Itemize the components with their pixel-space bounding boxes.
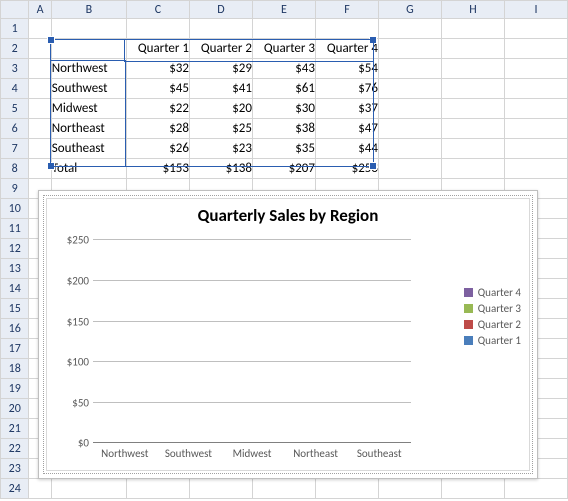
cell-D8[interactable]: $138 xyxy=(189,159,252,179)
xlabel: Southeast xyxy=(349,447,409,460)
cell-E7[interactable]: $35 xyxy=(252,139,315,159)
cell-D4[interactable]: $41 xyxy=(189,79,252,99)
legend-label: Quarter 3 xyxy=(478,302,521,315)
row-header-9[interactable]: 9 xyxy=(1,179,29,199)
col-header-I[interactable]: I xyxy=(504,1,567,19)
row-header-6[interactable]: 6 xyxy=(1,119,29,139)
row-header-23[interactable]: 23 xyxy=(1,459,29,479)
col-header-H[interactable]: H xyxy=(441,1,504,19)
row-header-3[interactable]: 3 xyxy=(1,59,29,79)
row-header-15[interactable]: 15 xyxy=(1,299,29,319)
cell-E5[interactable]: $30 xyxy=(252,99,315,119)
legend-label: Quarter 1 xyxy=(478,334,521,347)
col-header-D[interactable]: D xyxy=(189,1,252,19)
ytick-0: $0 xyxy=(78,437,89,450)
cell-D7[interactable]: $23 xyxy=(189,139,252,159)
row-header-19[interactable]: 19 xyxy=(1,379,29,399)
col-header-B[interactable]: B xyxy=(51,1,126,19)
row-header-2[interactable]: 2 xyxy=(1,39,29,59)
row-header-11[interactable]: 11 xyxy=(1,219,29,239)
col-header-C[interactable]: C xyxy=(126,1,189,19)
legend-item[interactable]: Quarter 2 xyxy=(464,318,521,331)
cell-E6[interactable]: $38 xyxy=(252,119,315,139)
row-header-4[interactable]: 4 xyxy=(1,79,29,99)
cell-B6[interactable]: Northeast xyxy=(51,119,126,139)
cell-C7[interactable]: $26 xyxy=(126,139,189,159)
cell-C6[interactable]: $28 xyxy=(126,119,189,139)
ytick-200: $200 xyxy=(67,274,89,287)
cell-E2[interactable]: Quarter 3 xyxy=(252,39,315,59)
cell-F5[interactable]: $37 xyxy=(315,99,378,119)
ytick-100: $100 xyxy=(67,356,89,369)
legend-label: Quarter 4 xyxy=(478,286,521,299)
chart-plot-area[interactable]: $250 $200 $150 $100 $50 $0 NorthwestSout… xyxy=(93,239,411,443)
ytick-250: $250 xyxy=(67,234,89,247)
col-header-F[interactable]: F xyxy=(315,1,378,19)
legend-swatch xyxy=(464,304,473,313)
row-header-18[interactable]: 18 xyxy=(1,359,29,379)
cell-D2[interactable]: Quarter 2 xyxy=(189,39,252,59)
col-header-A[interactable]: A xyxy=(29,1,51,19)
cell-B7[interactable]: Southeast xyxy=(51,139,126,159)
ytick-50: $50 xyxy=(72,397,89,410)
cell-D6[interactable]: $25 xyxy=(189,119,252,139)
cell-B8[interactable]: Total xyxy=(51,159,126,179)
legend-swatch xyxy=(464,288,473,297)
row-header-24[interactable]: 24 xyxy=(1,479,29,499)
legend-item[interactable]: Quarter 4 xyxy=(464,286,521,299)
cell-C8[interactable]: $153 xyxy=(126,159,189,179)
cell-C2[interactable]: Quarter 1 xyxy=(126,39,189,59)
row-header-22[interactable]: 22 xyxy=(1,439,29,459)
col-header-E[interactable]: E xyxy=(252,1,315,19)
row-header-16[interactable]: 16 xyxy=(1,319,29,339)
legend-item[interactable]: Quarter 1 xyxy=(464,334,521,347)
chart-object[interactable]: Quarterly Sales by Region $250 $200 $150… xyxy=(38,190,538,479)
cell-D5[interactable]: $20 xyxy=(189,99,252,119)
row-header-20[interactable]: 20 xyxy=(1,399,29,419)
xlabel: Southwest xyxy=(158,447,218,460)
row-header-10[interactable]: 10 xyxy=(1,199,29,219)
legend-swatch xyxy=(464,320,473,329)
cell-E8[interactable]: $207 xyxy=(252,159,315,179)
chart-legend[interactable]: Quarter 4 Quarter 3 Quarter 2 Quarter 1 xyxy=(464,283,521,350)
chart-title[interactable]: Quarterly Sales by Region xyxy=(47,199,529,228)
legend-swatch xyxy=(464,336,473,345)
cell-C4[interactable]: $45 xyxy=(126,79,189,99)
cell-F4[interactable]: $76 xyxy=(315,79,378,99)
xlabel: Midwest xyxy=(222,447,282,460)
row-header-7[interactable]: 7 xyxy=(1,139,29,159)
row-header-12[interactable]: 12 xyxy=(1,239,29,259)
row-header-13[interactable]: 13 xyxy=(1,259,29,279)
cell-E4[interactable]: $61 xyxy=(252,79,315,99)
cell-E3[interactable]: $43 xyxy=(252,59,315,79)
cell-F8[interactable]: $258 xyxy=(315,159,378,179)
row-header-21[interactable]: 21 xyxy=(1,419,29,439)
legend-item[interactable]: Quarter 3 xyxy=(464,302,521,315)
row-header-17[interactable]: 17 xyxy=(1,339,29,359)
row-header-5[interactable]: 5 xyxy=(1,99,29,119)
ytick-150: $150 xyxy=(67,315,89,328)
select-all-corner[interactable] xyxy=(1,1,29,19)
chart-plotframe: Quarterly Sales by Region $250 $200 $150… xyxy=(46,198,530,471)
col-header-G[interactable]: G xyxy=(378,1,441,19)
cell-F6[interactable]: $47 xyxy=(315,119,378,139)
cell-C5[interactable]: $22 xyxy=(126,99,189,119)
cell-B5[interactable]: Midwest xyxy=(51,99,126,119)
xlabel: Northwest xyxy=(95,447,155,460)
cell-B3[interactable]: Northwest xyxy=(51,59,126,79)
row-header-1[interactable]: 1 xyxy=(1,19,29,39)
legend-label: Quarter 2 xyxy=(478,318,521,331)
spreadsheet-area: A B C D E F G H I 1 2 Quarter 1 Quarter … xyxy=(0,0,568,501)
cell-D3[interactable]: $29 xyxy=(189,59,252,79)
cell-F2[interactable]: Quarter 4 xyxy=(315,39,378,59)
cell-F7[interactable]: $44 xyxy=(315,139,378,159)
xlabel: Northeast xyxy=(286,447,346,460)
cell-F3[interactable]: $54 xyxy=(315,59,378,79)
row-header-14[interactable]: 14 xyxy=(1,279,29,299)
row-header-8[interactable]: 8 xyxy=(1,159,29,179)
cell-B4[interactable]: Southwest xyxy=(51,79,126,99)
cell-C3[interactable]: $32 xyxy=(126,59,189,79)
